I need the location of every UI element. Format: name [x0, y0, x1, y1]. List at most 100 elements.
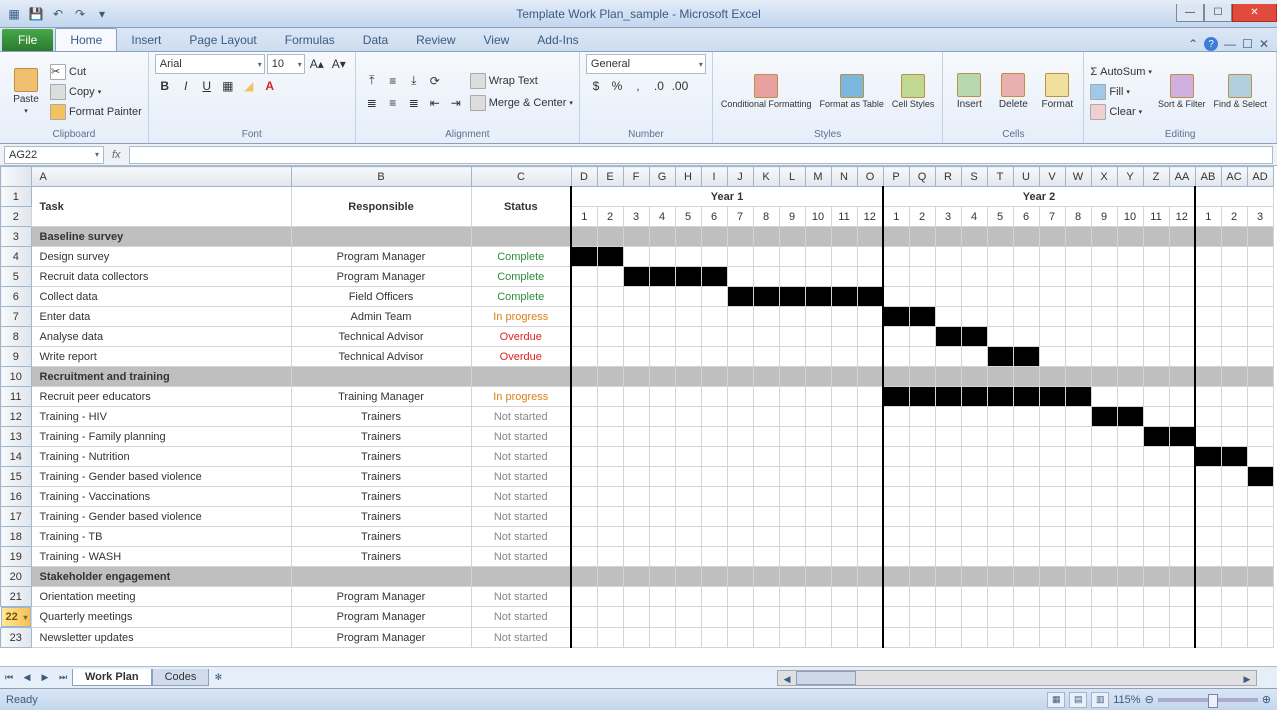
- gantt-cell[interactable]: [805, 327, 831, 347]
- cell[interactable]: In progress: [471, 307, 571, 327]
- cell[interactable]: Program Manager: [291, 247, 471, 267]
- gantt-cell[interactable]: [857, 307, 883, 327]
- cell[interactable]: Not started: [471, 467, 571, 487]
- cell[interactable]: [571, 367, 597, 387]
- gantt-cell[interactable]: [1143, 547, 1169, 567]
- cell[interactable]: Not started: [471, 527, 571, 547]
- gantt-cell[interactable]: [597, 628, 623, 648]
- col-header[interactable]: P: [883, 167, 909, 187]
- workbook-restore-icon[interactable]: ☐: [1242, 37, 1253, 51]
- gantt-cell[interactable]: [727, 587, 753, 607]
- row-header[interactable]: 7: [1, 307, 32, 327]
- gantt-cell[interactable]: [805, 447, 831, 467]
- gantt-cell[interactable]: [1091, 307, 1117, 327]
- gantt-cell[interactable]: [857, 547, 883, 567]
- gantt-cell[interactable]: [1143, 307, 1169, 327]
- gantt-cell[interactable]: [883, 607, 909, 628]
- gantt-cell[interactable]: [727, 387, 753, 407]
- gantt-cell[interactable]: [857, 587, 883, 607]
- gantt-cell[interactable]: [571, 547, 597, 567]
- cell[interactable]: [675, 567, 701, 587]
- gantt-cell[interactable]: [571, 587, 597, 607]
- align-middle-icon[interactable]: ≡: [383, 71, 403, 91]
- col-header[interactable]: W: [1065, 167, 1091, 187]
- gantt-cell[interactable]: [1091, 287, 1117, 307]
- cell[interactable]: [623, 227, 649, 247]
- gantt-cell[interactable]: [831, 447, 857, 467]
- gantt-cell[interactable]: [987, 607, 1013, 628]
- col-header[interactable]: Q: [909, 167, 935, 187]
- gantt-cell[interactable]: [1013, 628, 1039, 648]
- gantt-cell[interactable]: [909, 487, 935, 507]
- gantt-cell[interactable]: [571, 527, 597, 547]
- gantt-cell[interactable]: [857, 467, 883, 487]
- gantt-cell[interactable]: [987, 628, 1013, 648]
- col-header[interactable]: S: [961, 167, 987, 187]
- gantt-cell[interactable]: [597, 327, 623, 347]
- gantt-cell[interactable]: [935, 287, 961, 307]
- align-right-icon[interactable]: ≣: [404, 93, 424, 113]
- gantt-cell[interactable]: [909, 387, 935, 407]
- gantt-cell[interactable]: [675, 247, 701, 267]
- gantt-cell[interactable]: [1013, 347, 1039, 367]
- gantt-cell[interactable]: [649, 327, 675, 347]
- gantt-cell[interactable]: [1195, 247, 1221, 267]
- grow-font-icon[interactable]: A▴: [307, 54, 327, 74]
- gantt-cell[interactable]: [623, 327, 649, 347]
- cell[interactable]: [987, 367, 1013, 387]
- fill-color-button[interactable]: ◢: [239, 76, 259, 96]
- gantt-cell[interactable]: [1143, 628, 1169, 648]
- gantt-cell[interactable]: [1065, 387, 1091, 407]
- row-header[interactable]: 8: [1, 327, 32, 347]
- row-header[interactable]: 6: [1, 287, 32, 307]
- gantt-cell[interactable]: [571, 487, 597, 507]
- cell[interactable]: [987, 227, 1013, 247]
- col-header[interactable]: I: [701, 167, 727, 187]
- gantt-cell[interactable]: [857, 407, 883, 427]
- cell[interactable]: [1143, 367, 1169, 387]
- cell[interactable]: [649, 227, 675, 247]
- cell[interactable]: [471, 227, 571, 247]
- row-header[interactable]: 17: [1, 507, 32, 527]
- cell[interactable]: Training - WASH: [31, 547, 291, 567]
- cell[interactable]: [935, 227, 961, 247]
- gantt-cell[interactable]: [1247, 447, 1273, 467]
- gantt-cell[interactable]: [701, 287, 727, 307]
- gantt-cell[interactable]: [1117, 628, 1143, 648]
- cell[interactable]: [1117, 567, 1143, 587]
- gantt-cell[interactable]: [1221, 347, 1247, 367]
- gantt-cell[interactable]: [675, 628, 701, 648]
- gantt-cell[interactable]: [935, 407, 961, 427]
- cell[interactable]: Complete: [471, 247, 571, 267]
- gantt-cell[interactable]: [1039, 387, 1065, 407]
- bold-button[interactable]: B: [155, 76, 175, 96]
- cell[interactable]: 3: [623, 207, 649, 227]
- gantt-cell[interactable]: [935, 487, 961, 507]
- gantt-cell[interactable]: [727, 267, 753, 287]
- paste-button[interactable]: Paste▾: [6, 66, 46, 117]
- cell[interactable]: Overdue: [471, 347, 571, 367]
- gantt-cell[interactable]: [857, 487, 883, 507]
- redo-icon[interactable]: ↷: [70, 4, 90, 24]
- gantt-cell[interactable]: [779, 327, 805, 347]
- copy-button[interactable]: Copy ▾: [50, 82, 142, 102]
- gantt-cell[interactable]: [1169, 507, 1195, 527]
- close-button[interactable]: ✕: [1232, 4, 1277, 22]
- cell[interactable]: [1065, 567, 1091, 587]
- gantt-cell[interactable]: [1169, 327, 1195, 347]
- gantt-cell[interactable]: [909, 267, 935, 287]
- gantt-cell[interactable]: [1117, 527, 1143, 547]
- gantt-cell[interactable]: [1143, 287, 1169, 307]
- gantt-cell[interactable]: [1091, 387, 1117, 407]
- gantt-cell[interactable]: [727, 247, 753, 267]
- cell[interactable]: 11: [1143, 207, 1169, 227]
- gantt-cell[interactable]: [805, 628, 831, 648]
- sheet-tab-codes[interactable]: Codes: [152, 669, 210, 686]
- insert-tab[interactable]: Insert: [117, 29, 175, 51]
- gantt-cell[interactable]: [727, 607, 753, 628]
- gantt-cell[interactable]: [935, 327, 961, 347]
- cell[interactable]: 8: [753, 207, 779, 227]
- gantt-cell[interactable]: [1039, 587, 1065, 607]
- col-header[interactable]: M: [805, 167, 831, 187]
- cell[interactable]: 12: [1169, 207, 1195, 227]
